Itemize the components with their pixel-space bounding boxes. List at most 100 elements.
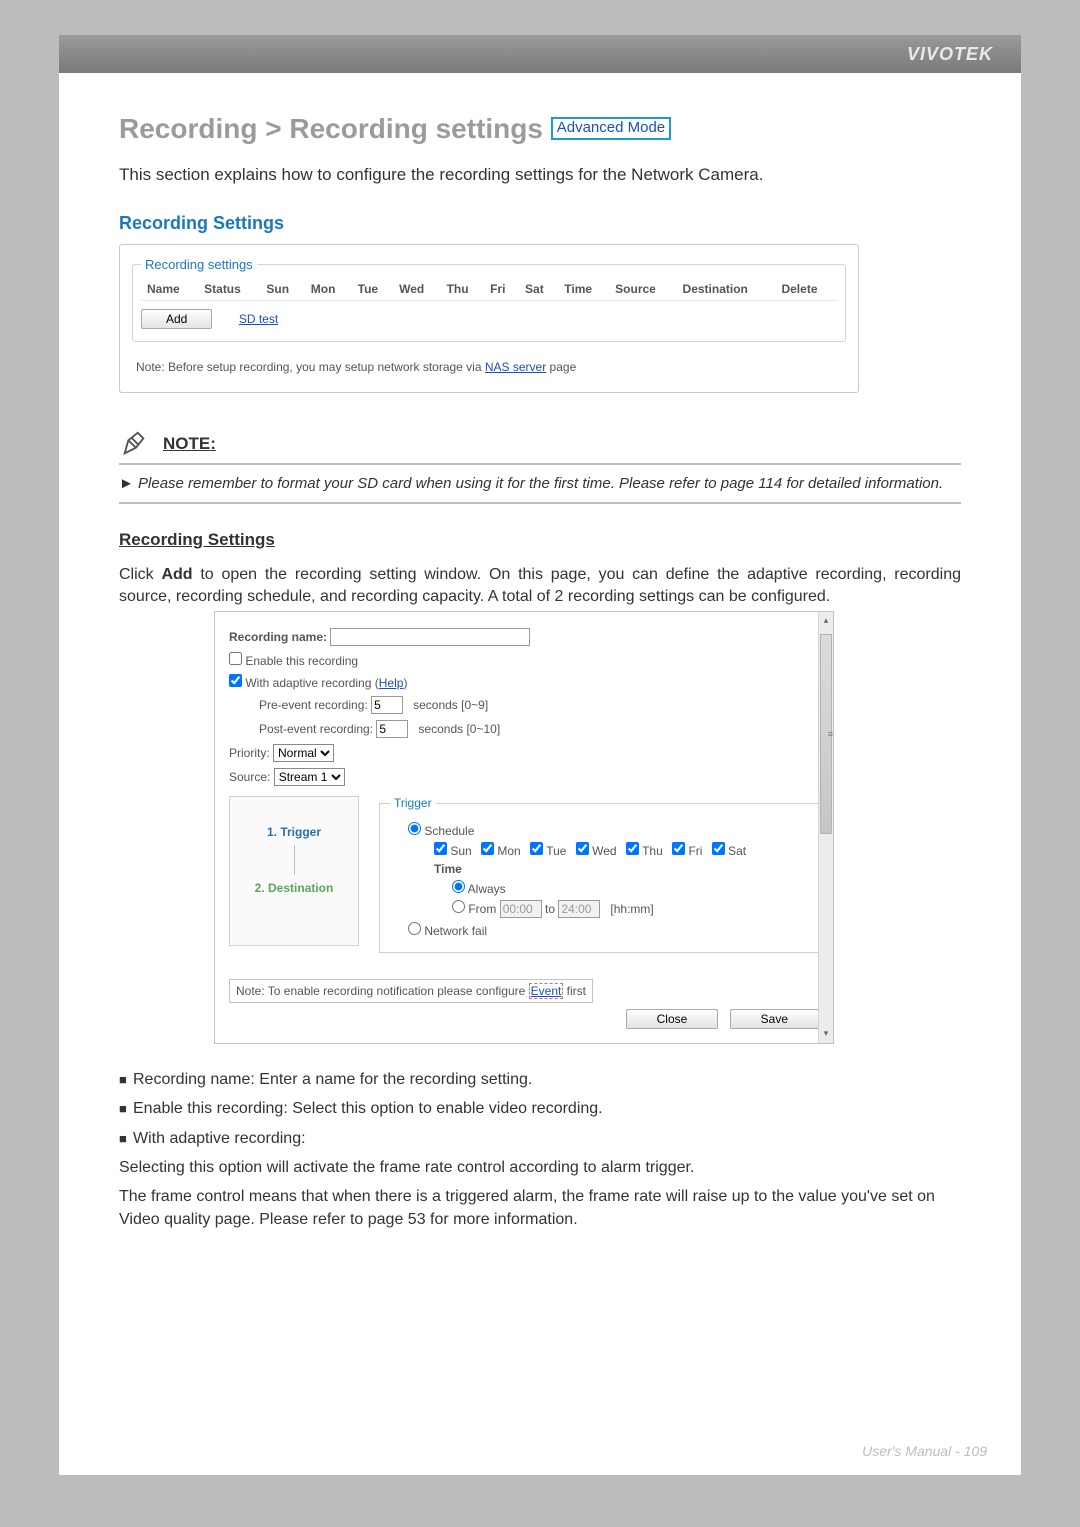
from-time-input[interactable]	[500, 900, 542, 918]
from-radio[interactable]	[452, 900, 465, 913]
col-tue: Tue	[352, 278, 394, 301]
brand-name: VIVOTEK	[907, 44, 993, 64]
note-label: NOTE:	[163, 434, 216, 454]
schedule-radio[interactable]	[408, 822, 421, 835]
post-event-unit: seconds [0~10]	[418, 722, 500, 736]
from-label: From	[468, 902, 496, 916]
source-select[interactable]: Stream 1	[274, 768, 345, 786]
page-title: Recording > Recording settings Advanced …	[119, 113, 961, 145]
bullet-list: ■Recording name: Enter a name for the re…	[119, 1068, 961, 1231]
trigger-fieldset: Trigger Schedule Sun Mon Tue Wed Thu Fri…	[379, 796, 819, 953]
scrollbar[interactable]: ▴ ≡ ▾	[818, 612, 833, 1043]
col-destination: Destination	[677, 278, 776, 301]
panel-note-post: page	[546, 360, 576, 374]
form-note-pre: Note: To enable recording notification p…	[236, 984, 529, 998]
note-text-body: Please remember to format your SD card w…	[138, 475, 943, 492]
col-sun: Sun	[260, 278, 304, 301]
bullet-3b: The frame control means that when there …	[119, 1185, 961, 1231]
bullet-2: Enable this recording: Select this optio…	[133, 1100, 603, 1117]
breadcrumb: Recording > Recording settings	[119, 113, 543, 144]
recording-form-panel: ▴ ≡ ▾ Recording name: Enable this record…	[214, 611, 834, 1044]
day-wed-checkbox[interactable]	[576, 842, 589, 855]
recording-table: Name Status Sun Mon Tue Wed Thu Fri Sat …	[141, 278, 837, 301]
day-sun-label: Sun	[450, 844, 471, 858]
help-link[interactable]: Help	[379, 676, 404, 690]
recording-settings-panel: Recording settings Name Status Sun Mon T…	[119, 244, 859, 393]
adaptive-recording-label: With adaptive recording (	[245, 676, 378, 690]
bullet-3: With adaptive recording:	[133, 1130, 306, 1147]
recording-settings-subheading: Recording Settings	[119, 530, 961, 550]
wizard-steps: 1. Trigger 2. Destination	[229, 796, 359, 946]
priority-select[interactable]: Normal	[273, 744, 334, 762]
form-note: Note: To enable recording notification p…	[229, 979, 593, 1003]
col-sat: Sat	[519, 278, 558, 301]
col-wed: Wed	[393, 278, 440, 301]
pre-event-input[interactable]	[371, 696, 403, 714]
bullet-1: Recording name: Enter a name for the rec…	[133, 1071, 532, 1088]
post-event-label: Post-event recording:	[259, 722, 373, 736]
time-label: Time	[434, 862, 808, 876]
bullet-icon: ■	[119, 1100, 133, 1119]
col-thu: Thu	[441, 278, 484, 301]
bullet-icon: ■	[119, 1071, 133, 1090]
schedule-label: Schedule	[424, 824, 474, 838]
recording-settings-fieldset: Recording settings Name Status Sun Mon T…	[132, 257, 846, 342]
bullet-icon: ■	[119, 1130, 133, 1149]
pre-event-unit: seconds [0~9]	[413, 698, 488, 712]
close-button[interactable]: Close	[626, 1009, 719, 1029]
scroll-up-icon[interactable]: ▴	[821, 614, 831, 628]
day-sun-checkbox[interactable]	[434, 842, 447, 855]
adaptive-close: )	[403, 676, 407, 690]
step-trigger[interactable]: 1. Trigger	[230, 825, 358, 839]
recording-name-input[interactable]	[330, 628, 530, 646]
day-fri-checkbox[interactable]	[672, 842, 685, 855]
step-destination[interactable]: 2. Destination	[230, 881, 358, 895]
table-header-row: Name Status Sun Mon Tue Wed Thu Fri Sat …	[141, 278, 837, 301]
event-link[interactable]: Event	[529, 983, 564, 999]
pre-event-label: Pre-event recording:	[259, 698, 368, 712]
day-mon-label: Mon	[497, 844, 520, 858]
source-label: Source:	[229, 770, 270, 784]
page-footer: User's Manual - 109	[862, 1443, 987, 1459]
day-sat-label: Sat	[728, 844, 746, 858]
add-button[interactable]: Add	[141, 309, 212, 329]
enable-recording-checkbox[interactable]	[229, 652, 242, 665]
day-tue-label: Tue	[546, 844, 566, 858]
intro-text: This section explains how to configure t…	[119, 165, 961, 185]
sd-test-link[interactable]: SD test	[239, 312, 278, 326]
network-fail-label: Network fail	[424, 924, 487, 938]
adaptive-recording-checkbox[interactable]	[229, 674, 242, 687]
scroll-thumb[interactable]: ≡	[820, 634, 832, 834]
day-mon-checkbox[interactable]	[481, 842, 494, 855]
brand-bar: VIVOTEK	[59, 35, 1021, 73]
form-note-post: first	[563, 984, 586, 998]
col-name: Name	[141, 278, 198, 301]
day-tue-checkbox[interactable]	[530, 842, 543, 855]
to-time-input[interactable]	[558, 900, 600, 918]
trigger-legend: Trigger	[390, 796, 436, 810]
note-text: ► Please remember to format your SD card…	[119, 473, 961, 504]
day-thu-checkbox[interactable]	[626, 842, 639, 855]
to-label: to	[545, 902, 555, 916]
post-event-input[interactable]	[376, 720, 408, 738]
col-time: Time	[558, 278, 609, 301]
network-fail-radio[interactable]	[408, 922, 421, 935]
save-button[interactable]: Save	[730, 1009, 819, 1029]
col-status: Status	[198, 278, 260, 301]
bullet-3a: Selecting this option will activate the …	[119, 1156, 961, 1179]
day-sat-checkbox[interactable]	[712, 842, 725, 855]
recording-settings-heading: Recording Settings	[119, 213, 961, 234]
recording-name-label: Recording name:	[229, 630, 327, 644]
arrow-icon: ►	[119, 475, 138, 492]
col-fri: Fri	[484, 278, 519, 301]
priority-label: Priority:	[229, 746, 270, 760]
nas-server-link[interactable]: NAS server	[485, 360, 546, 374]
day-row: Sun Mon Tue Wed Thu Fri Sat	[434, 842, 808, 858]
fieldset-legend: Recording settings	[141, 257, 257, 272]
note-block: NOTE: ► Please remember to format your S…	[119, 429, 961, 504]
scroll-down-icon[interactable]: ▾	[821, 1027, 831, 1041]
always-label: Always	[468, 882, 506, 896]
day-thu-label: Thu	[642, 844, 663, 858]
enable-recording-label: Enable this recording	[245, 654, 358, 668]
always-radio[interactable]	[452, 880, 465, 893]
